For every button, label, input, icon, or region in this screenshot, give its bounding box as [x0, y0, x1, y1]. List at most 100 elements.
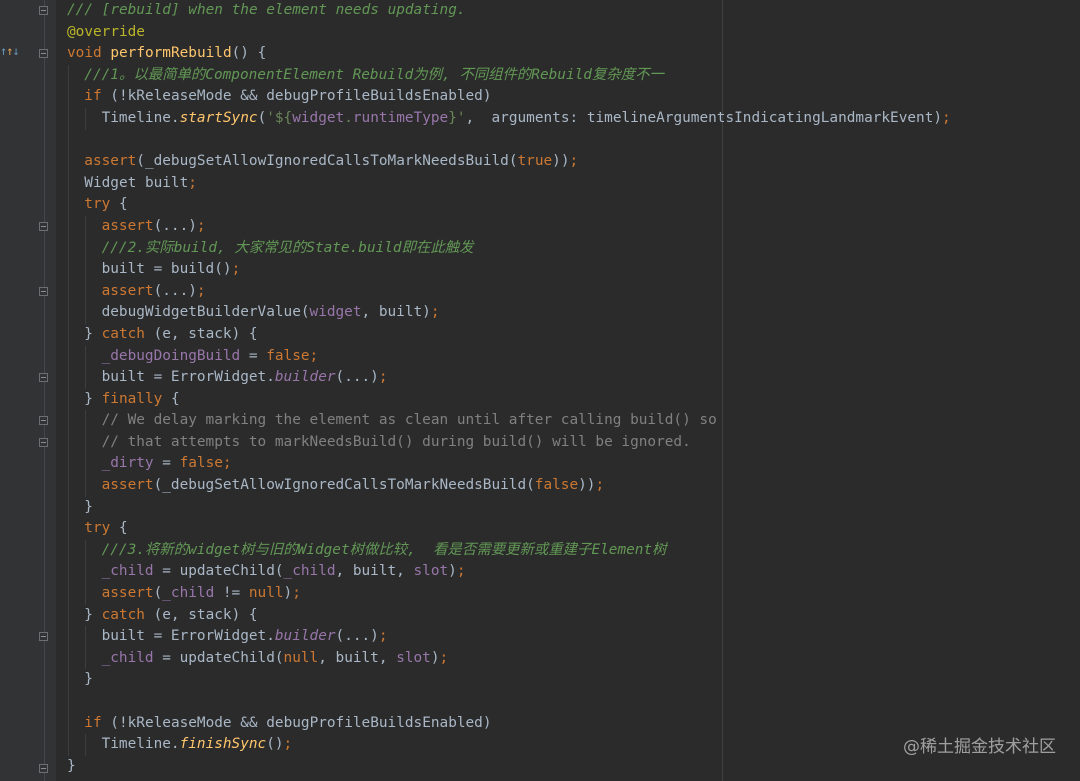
code-line[interactable]: assert(_debugSetAllowIgnoredCallsToMarkN… — [67, 475, 1080, 497]
code-token: ///1。以最简单的ComponentElement Rebuild为例, 不同… — [84, 66, 664, 83]
code-token: } — [67, 757, 76, 774]
indent-guide — [68, 410, 69, 432]
code-line[interactable]: _child = updateChild(_child, built, slot… — [67, 561, 1080, 584]
code-line[interactable]: } — [67, 669, 1080, 691]
code-token: ( — [153, 585, 163, 602]
indent-guide — [68, 194, 69, 216]
code-token: { — [118, 520, 128, 537]
code-editor[interactable]: /// [rebuild] when the element needs upd… — [67, 0, 1080, 777]
code-line[interactable]: ///2.实际build, 大家常见的State.build即在此触发 — [67, 237, 1080, 260]
code-token: if — [84, 714, 111, 731]
code-token: ; — [595, 477, 605, 494]
watermark: @稀土掘金技术社区 — [903, 737, 1056, 757]
code-line[interactable]: _dirty = false; — [67, 453, 1080, 476]
code-line[interactable]: assert(_child != null); — [67, 583, 1080, 605]
code-token: (_debugSetAllowIgnoredCallsToMarkNeedsBu… — [153, 477, 535, 494]
code-line[interactable] — [67, 691, 1080, 713]
code-line[interactable]: assert(...); — [67, 215, 1080, 238]
code-line[interactable]: } finally { — [67, 388, 1080, 411]
fold-toggle-icon[interactable] — [39, 49, 48, 58]
code-token: assert — [101, 282, 154, 299]
fold-toggle-icon[interactable] — [39, 222, 48, 231]
code-token: { — [118, 196, 128, 213]
code-line[interactable]: } catch (e, stack) { — [67, 604, 1080, 627]
code-line-content — [67, 132, 84, 148]
code-line-content: assert(_debugSetAllowIgnoredCallsToMarkN… — [67, 153, 578, 169]
indent-guide — [68, 64, 69, 87]
indent-guide — [68, 518, 69, 540]
code-line[interactable]: } — [67, 756, 1080, 778]
code-line[interactable]: } catch (e, stack) { — [67, 323, 1080, 346]
indent-guide — [85, 453, 87, 476]
code-line-content: // that attempts to markNeedsBuild() dur… — [67, 434, 691, 450]
code-line-content — [67, 693, 84, 709]
code-line[interactable]: Widget built; — [67, 172, 1080, 195]
fold-toggle-icon[interactable] — [39, 764, 48, 773]
fold-toggle-icon[interactable] — [39, 416, 48, 425]
code-line[interactable]: void performRebuild() { — [67, 43, 1080, 65]
code-line-content: _dirty = false; — [67, 455, 232, 471]
code-token: builder — [274, 628, 336, 645]
code-token: assert — [101, 477, 154, 494]
code-line[interactable]: if (!kReleaseMode && debugProfileBuildsE… — [67, 712, 1080, 735]
indent-guide — [68, 86, 69, 108]
code-line[interactable]: built = ErrorWidget.builder(...); — [67, 626, 1080, 648]
code-line[interactable]: built = ErrorWidget.builder(...); — [67, 367, 1080, 389]
indent-guide — [68, 107, 69, 130]
code-token: assert — [101, 585, 154, 602]
indent-guide — [68, 323, 69, 346]
fold-toggle-icon[interactable] — [39, 373, 48, 382]
code-line[interactable]: ///1。以最简单的ComponentElement Rebuild为例, 不同… — [67, 64, 1080, 87]
indent-guide — [68, 280, 69, 303]
indent-guide — [68, 539, 69, 562]
indent-guide — [68, 691, 69, 713]
code-line-content: @override — [67, 24, 145, 40]
code-line[interactable]: assert(...); — [67, 280, 1080, 303]
code-line[interactable]: /// [rebuild] when the element needs upd… — [67, 0, 1080, 22]
code-line[interactable]: _debugDoingBuild = false; — [67, 345, 1080, 368]
code-line[interactable] — [67, 129, 1080, 152]
code-line[interactable]: assert(_debugSetAllowIgnoredCallsToMarkN… — [67, 151, 1080, 173]
indent-guide — [68, 215, 69, 238]
fold-toggle-icon[interactable] — [39, 632, 48, 641]
code-line[interactable]: try { — [67, 518, 1080, 540]
code-line[interactable]: // We delay marking the element as clean… — [67, 410, 1080, 432]
indent-guide — [68, 626, 69, 648]
indent-guide — [85, 215, 87, 238]
code-line[interactable]: try { — [67, 194, 1080, 216]
code-line[interactable]: if (!kReleaseMode && debugProfileBuildsE… — [67, 86, 1080, 108]
code-line[interactable]: // that attempts to markNeedsBuild() dur… — [67, 431, 1080, 454]
override-method-icon[interactable]: ↑↑↓ — [0, 44, 20, 58]
code-line[interactable]: } — [67, 496, 1080, 519]
code-token: ) — [448, 563, 457, 580]
code-token: (...) — [335, 628, 379, 645]
fold-toggle-icon[interactable] — [39, 6, 48, 15]
indent-guide — [68, 647, 69, 670]
code-line[interactable]: _child = updateChild(null, built, slot); — [67, 647, 1080, 670]
indent-guide — [85, 475, 87, 497]
indent-guide — [68, 712, 69, 735]
indent-guide — [85, 259, 87, 281]
fold-toggle-icon[interactable] — [39, 438, 48, 447]
code-token: ///3.将新的widget树与旧的Widget树做比较, 看是否需要更新或重建… — [101, 541, 667, 558]
code-line[interactable]: ///3.将新的widget树与旧的Widget树做比较, 看是否需要更新或重建… — [67, 539, 1080, 562]
code-token: = updateChild( — [153, 563, 284, 580]
code-token: , built, — [335, 563, 414, 580]
code-line-content: _child = updateChild(_child, built, slot… — [67, 563, 466, 579]
code-line-content: _debugDoingBuild = false; — [67, 347, 319, 364]
code-token: /// [rebuild] when the element needs upd… — [67, 2, 466, 18]
code-line-content: assert(...); — [67, 283, 206, 299]
code-token: { — [170, 390, 180, 407]
code-token: ; — [439, 649, 449, 666]
code-token: false — [266, 347, 310, 364]
code-token: = — [153, 455, 180, 472]
code-token: _dirty — [101, 455, 154, 472]
code-token: (...) — [335, 369, 379, 386]
fold-toggle-icon[interactable] — [39, 287, 48, 296]
code-line[interactable]: Timeline.startSync('${widget.runtimeType… — [67, 107, 1080, 130]
code-line[interactable]: @override — [67, 22, 1080, 44]
code-token: null — [248, 585, 284, 602]
code-line[interactable]: built = build(); — [67, 259, 1080, 281]
code-token: ; — [283, 736, 293, 753]
code-line[interactable]: debugWidgetBuilderValue(widget, built); — [67, 302, 1080, 324]
